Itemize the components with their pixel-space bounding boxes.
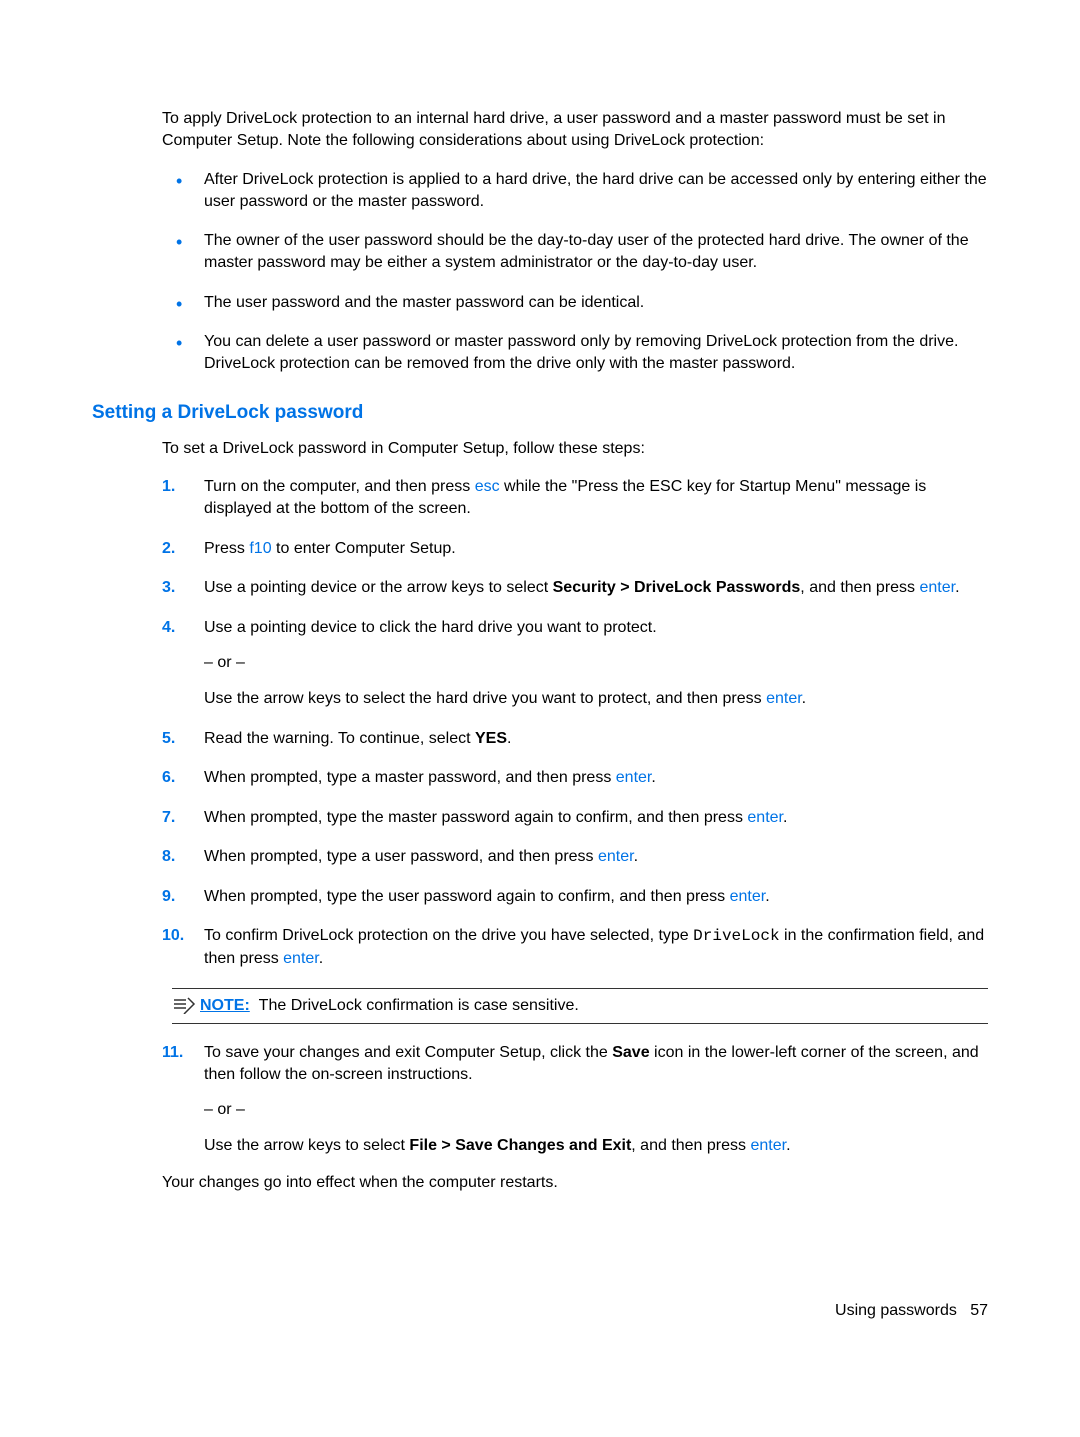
step-text: When prompted, type the user password ag… <box>204 888 730 905</box>
step-number: 9. <box>162 886 175 908</box>
step-item: 9. When prompted, type the user password… <box>162 886 988 908</box>
step-number: 7. <box>162 807 175 829</box>
step-text: . <box>802 690 806 707</box>
step-item: 2. Press f10 to enter Computer Setup. <box>162 538 988 560</box>
step-text: . <box>507 730 511 747</box>
step-text: When prompted, type the master password … <box>204 809 747 826</box>
section-heading: Setting a DriveLock password <box>92 402 988 424</box>
step-text: , and then press <box>631 1137 750 1154</box>
step-text: . <box>955 579 959 596</box>
step-text: Use the arrow keys to select the hard dr… <box>204 690 766 707</box>
list-item: The owner of the user password should be… <box>162 230 988 273</box>
note-icon <box>172 996 196 1014</box>
key-enter: enter <box>766 690 802 707</box>
step-item: 7. When prompted, type the master passwo… <box>162 807 988 829</box>
step-number: 3. <box>162 577 175 599</box>
step-text: When prompted, type a user password, and… <box>204 848 598 865</box>
step-item: 5. Read the warning. To continue, select… <box>162 728 988 750</box>
bold-text: Save <box>612 1044 649 1061</box>
step-item: 10. To confirm DriveLock protection on t… <box>162 925 988 969</box>
key-enter: enter <box>730 888 766 905</box>
key-esc: esc <box>475 478 500 495</box>
list-item: The user password and the master passwor… <box>162 292 988 314</box>
considerations-list: After DriveLock protection is applied to… <box>162 169 988 374</box>
step-item: 3. Use a pointing device or the arrow ke… <box>162 577 988 599</box>
closing-paragraph: Your changes go into effect when the com… <box>162 1174 988 1192</box>
steps-list: 1. Turn on the computer, and then press … <box>162 476 988 969</box>
steps-list-continued: 11. To save your changes and exit Comput… <box>162 1042 988 1156</box>
step-text: Use a pointing device to click the hard … <box>204 619 657 636</box>
step-item: 11. To save your changes and exit Comput… <box>162 1042 988 1156</box>
note-label: NOTE: <box>200 997 250 1014</box>
step-number: 5. <box>162 728 175 750</box>
footer-label: Using passwords <box>835 1302 957 1319</box>
step-text: . <box>765 888 769 905</box>
step-text: Press <box>204 540 249 557</box>
step-number: 2. <box>162 538 175 560</box>
key-enter: enter <box>598 848 634 865</box>
step-text: , and then press <box>800 579 919 596</box>
key-f10: f10 <box>249 540 271 557</box>
note-text: The DriveLock confirmation is case sensi… <box>259 997 579 1014</box>
or-separator: – or – <box>204 652 988 674</box>
step-text: Use a pointing device or the arrow keys … <box>204 579 553 596</box>
step-text: When prompted, type a master password, a… <box>204 769 616 786</box>
list-item: You can delete a user password or master… <box>162 331 988 374</box>
step-number: 4. <box>162 617 175 639</box>
section-intro: To set a DriveLock password in Computer … <box>162 440 988 458</box>
step-text: to enter Computer Setup. <box>272 540 456 557</box>
step-text: Use the arrow keys to select <box>204 1137 409 1154</box>
step-item: 6. When prompted, type a master password… <box>162 767 988 789</box>
bold-text: Security > DriveLock Passwords <box>553 579 801 596</box>
step-item: 8. When prompted, type a user password, … <box>162 846 988 868</box>
mono-text: DriveLock <box>693 927 779 945</box>
step-text: . <box>651 769 655 786</box>
list-item: After DriveLock protection is applied to… <box>162 169 988 212</box>
key-enter: enter <box>919 579 955 596</box>
key-enter: enter <box>747 809 783 826</box>
step-text: Read the warning. To continue, select <box>204 730 475 747</box>
step-number: 10. <box>162 925 184 947</box>
step-item: 4. Use a pointing device to click the ha… <box>162 617 988 710</box>
bold-text: YES <box>475 730 507 747</box>
step-text: Turn on the computer, and then press <box>204 478 475 495</box>
key-enter: enter <box>283 950 319 967</box>
bold-text: File > Save Changes and Exit <box>409 1137 631 1154</box>
intro-paragraph: To apply DriveLock protection to an inte… <box>162 108 988 151</box>
step-text: To confirm DriveLock protection on the d… <box>204 927 693 944</box>
key-enter: enter <box>616 769 652 786</box>
step-text: . <box>783 809 787 826</box>
step-text: . <box>319 950 323 967</box>
step-number: 1. <box>162 476 175 498</box>
page-number: 57 <box>970 1302 988 1319</box>
or-separator: – or – <box>204 1099 988 1121</box>
document-page: To apply DriveLock protection to an inte… <box>0 0 1080 1380</box>
note-box: NOTE: The DriveLock confirmation is case… <box>172 988 988 1024</box>
page-footer: Using passwords 57 <box>92 1302 988 1320</box>
step-text: . <box>786 1137 790 1154</box>
step-text: To save your changes and exit Computer S… <box>204 1044 612 1061</box>
key-enter: enter <box>750 1137 786 1154</box>
step-number: 6. <box>162 767 175 789</box>
step-number: 8. <box>162 846 175 868</box>
step-item: 1. Turn on the computer, and then press … <box>162 476 988 519</box>
step-number: 11. <box>162 1042 183 1064</box>
step-text: . <box>634 848 638 865</box>
